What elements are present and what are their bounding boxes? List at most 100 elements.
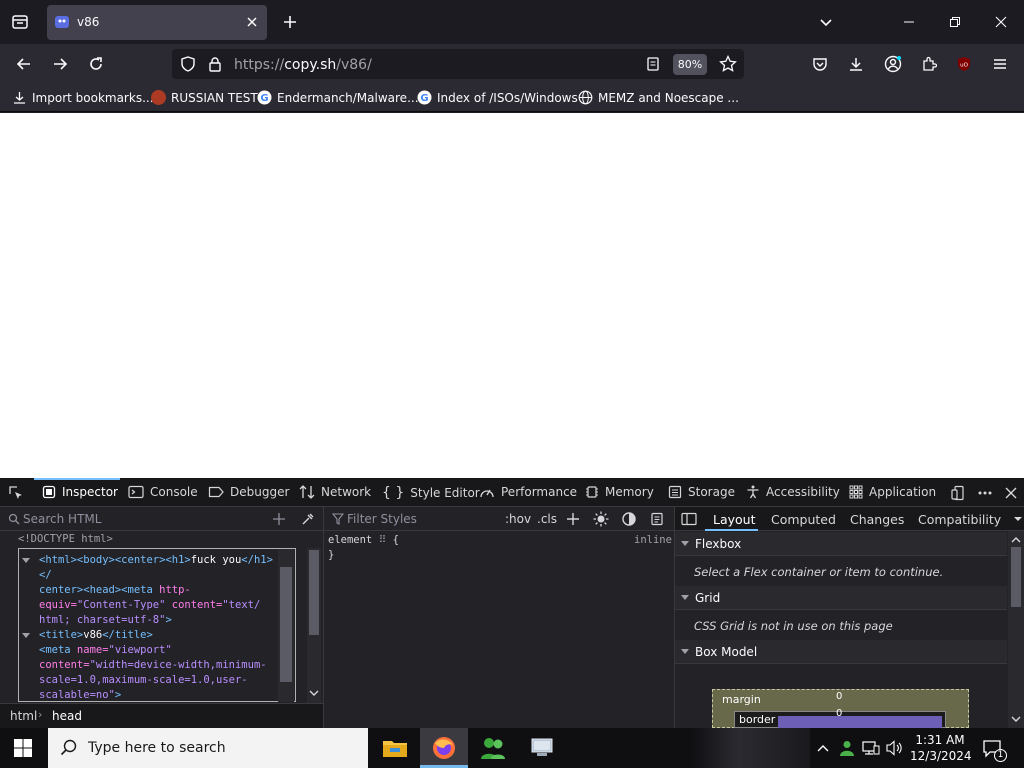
tab-style-editor[interactable]: { } Style Editor [382, 485, 480, 501]
layout-scroll-thumb[interactable] [1011, 547, 1021, 607]
tab-memory[interactable]: Memory [585, 485, 654, 499]
volume-speaker-icon[interactable] [886, 740, 904, 756]
border-value[interactable]: 0 [836, 708, 842, 719]
bookmark-index-isos[interactable]: G Index of /ISOs/Windows [417, 90, 578, 105]
tab-network[interactable]: Network [299, 485, 371, 499]
markup-editor-text-2[interactable]: <title>v86</title> <meta name="viewport"… [39, 628, 279, 703]
bookmark-russian-test[interactable]: RUSSIAN TEST [151, 90, 258, 105]
tab-changes[interactable]: Changes [850, 512, 904, 527]
minimize-icon[interactable] [899, 12, 919, 32]
close-window-icon[interactable] [991, 12, 1011, 32]
new-tab-icon[interactable] [280, 12, 300, 32]
url-text[interactable]: https://copy.sh/v86/ [234, 57, 372, 73]
dark-theme-icon[interactable] [619, 509, 639, 529]
flexbox-section-header[interactable]: Flexbox [675, 532, 1007, 556]
layout-tab-indicator [705, 529, 758, 531]
doctype-node[interactable]: <!DOCTYPE html> [18, 532, 113, 547]
print-media-icon[interactable] [647, 509, 667, 529]
tracking-shield-icon[interactable] [178, 54, 198, 74]
network-computer-icon[interactable] [529, 737, 555, 759]
taskbar-search-placeholder[interactable]: Type here to search [88, 740, 226, 756]
forward-arrow-icon[interactable] [50, 54, 70, 74]
layout-scrollbar[interactable] [1008, 531, 1024, 728]
box-model-padding[interactable] [778, 716, 942, 728]
pocket-icon[interactable] [810, 54, 830, 74]
tab-console[interactable]: Console [128, 485, 198, 499]
zoom-level-button[interactable]: 80% [673, 54, 707, 75]
bookmark-endermanch[interactable]: G Endermanch/Malware... [257, 90, 419, 105]
selector-highlight-icon[interactable]: ⠿ [379, 534, 387, 546]
add-node-icon[interactable] [269, 509, 289, 529]
list-tabs-chevron-icon[interactable] [816, 12, 836, 32]
eyedropper-icon[interactable] [298, 509, 318, 529]
hov-toggle[interactable]: :hov [505, 512, 531, 526]
back-arrow-icon[interactable] [14, 54, 34, 74]
breadcrumb-head[interactable]: head [52, 709, 82, 723]
tab-accessibility[interactable]: Accessibility [746, 485, 840, 499]
tab-performance[interactable]: Performance [479, 485, 577, 499]
close-devtools-icon[interactable] [1001, 483, 1021, 503]
add-rule-icon[interactable] [563, 509, 583, 529]
scroll-down-icon[interactable] [309, 688, 319, 698]
tab-computed[interactable]: Computed [771, 512, 836, 527]
box-model-section-header[interactable]: Box Model [675, 640, 1007, 664]
margin-value[interactable]: 0 [836, 691, 842, 702]
tab-inspector[interactable]: Inspector [42, 485, 118, 499]
firefox-icon[interactable] [431, 735, 457, 761]
user-status-icon[interactable] [838, 739, 856, 757]
more-options-icon[interactable] [975, 483, 995, 503]
file-explorer-icon[interactable] [382, 736, 408, 760]
html-search-input[interactable]: Search HTML [23, 512, 101, 526]
cls-toggle[interactable]: .cls [537, 512, 557, 526]
tab-storage[interactable]: Storage [668, 485, 735, 499]
tab-application[interactable]: Application [849, 485, 936, 499]
light-theme-sun-icon[interactable] [591, 509, 611, 529]
restore-icon[interactable] [945, 12, 965, 32]
people-app-icon[interactable] [479, 735, 507, 761]
extensions-puzzle-icon[interactable] [919, 54, 939, 74]
tabs-overflow-chevron-icon[interactable] [1008, 509, 1024, 529]
firefox-view-icon[interactable] [10, 12, 30, 32]
show-hidden-icons-chevron-icon[interactable] [816, 742, 830, 754]
markup-scrollbar[interactable] [307, 548, 321, 703]
clock-date[interactable]: 12/3/2024 [910, 749, 972, 763]
tab-debugger[interactable]: Debugger [208, 485, 289, 499]
markup-line: equiv="Content-Type" content="text/ [39, 598, 279, 613]
ublock-origin-icon[interactable]: uO [954, 54, 974, 74]
expand-triangle-icon[interactable] [22, 557, 30, 565]
network-wired-icon[interactable] [862, 740, 880, 756]
element-rule-selector[interactable]: element ⠿ { [328, 533, 399, 548]
tab-layout[interactable]: Layout [713, 512, 756, 527]
editor-scrollbar[interactable] [278, 549, 294, 702]
tab-compatibility[interactable]: Compatibility [918, 512, 1001, 527]
editor-scroll-thumb[interactable] [280, 567, 292, 682]
responsive-design-icon[interactable] [948, 483, 968, 503]
markup-tag: head><meta [89, 584, 153, 596]
section-title: Grid [695, 590, 721, 605]
reload-icon[interactable] [86, 54, 106, 74]
expand-triangle-icon[interactable] [22, 632, 30, 640]
hamburger-menu-icon[interactable] [990, 54, 1010, 74]
page-content[interactable] [0, 113, 1024, 478]
lock-icon[interactable] [205, 54, 225, 74]
filter-styles-input[interactable]: Filter Styles [347, 512, 417, 526]
markup-editor-text[interactable]: <html><body><center><h1>fuck you</h1></ … [39, 553, 279, 628]
favicon-icon [151, 90, 166, 105]
close-tab-icon[interactable] [242, 12, 262, 32]
element-picker-icon[interactable] [6, 483, 26, 503]
clock-time[interactable]: 1:31 AM [910, 733, 970, 747]
breadcrumb-html[interactable]: html [10, 709, 37, 723]
account-icon[interactable] [883, 54, 903, 74]
downloads-icon[interactable] [846, 54, 866, 74]
bookmark-memz[interactable]: MEMZ and Noescape ... [578, 90, 739, 105]
reader-view-icon[interactable] [643, 54, 663, 74]
grid-section-header[interactable]: Grid [675, 586, 1007, 610]
scroll-down-icon[interactable] [1011, 714, 1021, 724]
bookmark-import[interactable]: Import bookmarks... [12, 90, 154, 105]
bookmark-label: Endermanch/Malware... [277, 90, 419, 105]
toggle-sidebar-icon[interactable] [679, 509, 699, 529]
scroll-up-icon[interactable] [1011, 535, 1021, 545]
markup-scroll-thumb[interactable] [309, 550, 319, 635]
bookmark-star-icon[interactable] [718, 54, 738, 74]
windows-start-icon[interactable] [14, 739, 32, 757]
